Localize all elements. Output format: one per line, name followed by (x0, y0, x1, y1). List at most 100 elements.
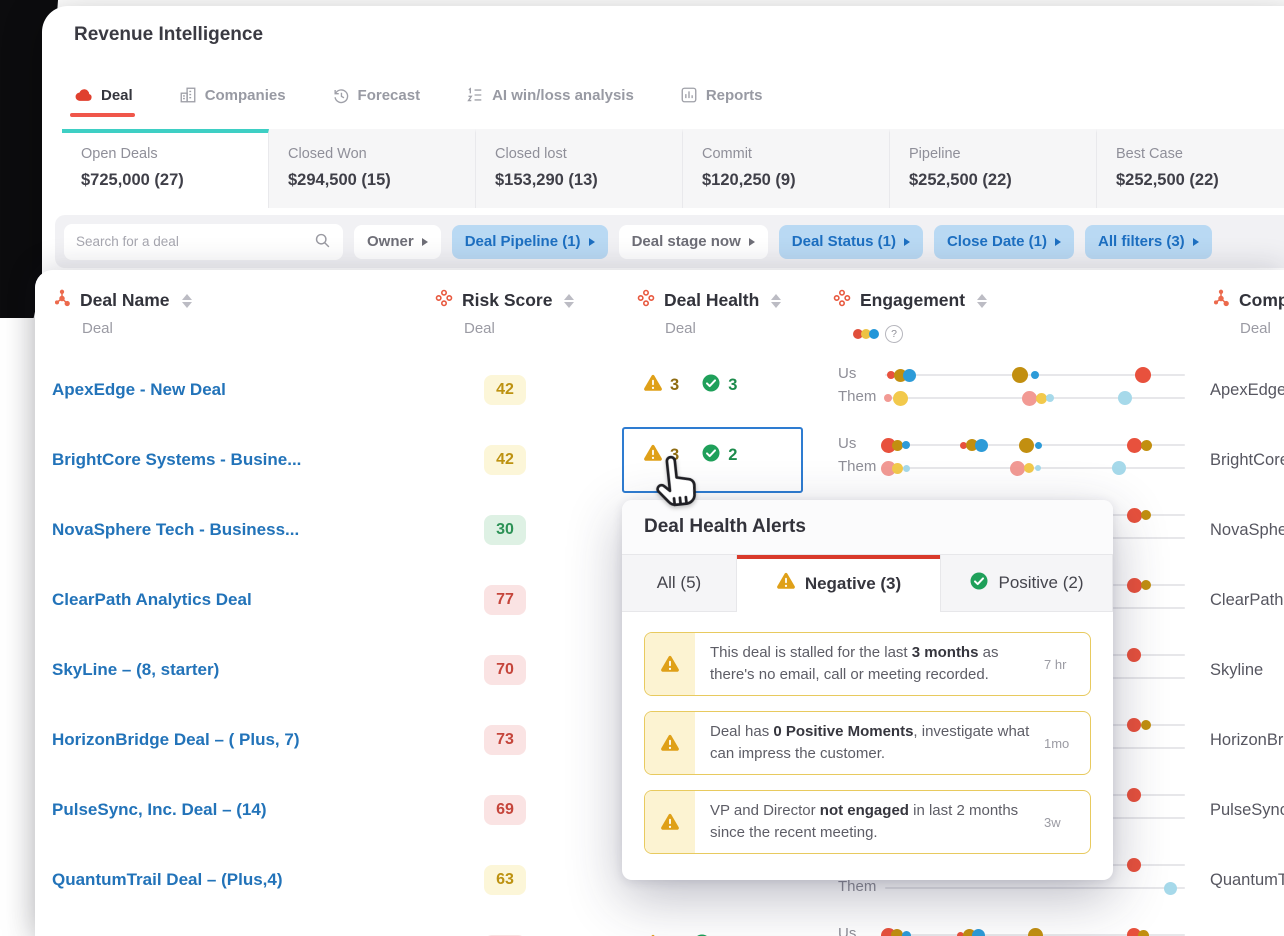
filter-chip-close-date-1-[interactable]: Close Date (1) (933, 224, 1074, 259)
deal-name-link[interactable]: PulseSync, Inc. Deal – (14) (52, 775, 266, 845)
risk-score-badge: 70 (484, 655, 526, 685)
nav-tabs: Deal Companies Forecast AI win/loss analysi… (70, 80, 763, 117)
deal-health-cell[interactable]: 33 (643, 373, 737, 398)
companies-icon (179, 86, 197, 104)
summary-card-closed-won[interactable]: Closed Won $294,500 (15) (269, 129, 476, 208)
deal-name-link[interactable]: HorizonBridge Deal – ( Plus, 7) (52, 705, 300, 775)
table-header: Deal Name Deal Risk Score Deal Deal Heal… (35, 270, 1284, 356)
nav-tab-label: Reports (705, 86, 763, 104)
popup-tab-positive-2-[interactable]: Positive (2) (941, 555, 1113, 612)
engagement-dot-lblue (902, 464, 910, 472)
deals-table: Deal Name Deal Risk Score Deal Deal Heal… (35, 270, 1284, 936)
risk-score-badge: 42 (484, 375, 526, 405)
engagement-dot-gold (1018, 437, 1034, 453)
column-subtitle: Deal (82, 320, 113, 337)
column-header-engagement[interactable]: Engagement ? DWM ‹ 4/17 - 5/22 › (805, 270, 1190, 355)
deal-name-link[interactable]: BrightCore Systems - Busine... (52, 425, 301, 495)
risk-score-badge: 77 (484, 585, 526, 615)
popup-title: Deal Health Alerts (622, 500, 1113, 555)
engagement-dot-gold (891, 439, 903, 451)
engagement-dot-blue (1034, 441, 1042, 449)
summary-card-commit[interactable]: Commit $120,250 (9) (683, 129, 890, 208)
deal-name-link[interactable]: QuantumTrail Deal – (Plus,4) (52, 845, 283, 915)
summary-card-pipeline[interactable]: Pipeline $252,500 (22) (890, 129, 1097, 208)
chip-label: Deal Pipeline (1) (464, 233, 581, 250)
engagement-dot-blue (902, 441, 910, 449)
summary-card-open-deals[interactable]: Open Deals $725,000 (27) (62, 129, 269, 208)
selected-deal-health-cell[interactable] (622, 427, 803, 493)
engagement-dot-red (1126, 507, 1142, 523)
table-row: UsThem (35, 915, 1284, 936)
nav-tab-reports[interactable]: Reports (680, 86, 763, 104)
hubspot-sprocket-icon (1212, 289, 1230, 312)
company-name: ApexEdge (1210, 381, 1284, 399)
filter-chip-deal-status-1-[interactable]: Deal Status (1) (778, 224, 923, 259)
sort-toggle[interactable] (564, 293, 575, 308)
summary-card-best-case[interactable]: Best Case $252,500 (22) (1097, 129, 1284, 208)
alert-age: 1mo (1044, 735, 1070, 751)
filter-chip-all-filters-3-[interactable]: All filters (3) (1085, 224, 1212, 259)
summary-card-closed-lost[interactable]: Closed lost $153,290 (13) (476, 129, 683, 208)
help-icon[interactable]: ? (885, 325, 903, 343)
engagement-dot-blue (902, 368, 916, 382)
deal-name-link[interactable]: NovaSphere Tech - Business... (52, 495, 299, 565)
chevron-right-icon (1192, 237, 1199, 246)
alerts-list: This deal is stalled for the last 3 mont… (622, 612, 1113, 874)
alert-text: This deal is stalled for the last 3 mont… (710, 643, 999, 684)
deal-name-link[interactable]: ClearPath Analytics Deal (52, 565, 252, 635)
engagement-dot-lblue (1118, 391, 1132, 405)
popup-tab-negative-3-[interactable]: Negative (3) (737, 555, 941, 612)
company-name: HorizonBridge (1210, 731, 1284, 749)
alert-age: 7 hr (1044, 656, 1067, 672)
chip-label: Deal stage now (631, 233, 741, 250)
column-header-deal-health[interactable]: Deal Health Deal (620, 270, 805, 355)
nav-tab-label: Companies (204, 86, 286, 104)
filter-chip-deal-stage-now[interactable]: Deal stage now (618, 224, 768, 259)
column-header-company[interactable]: Comp Deal (1190, 270, 1284, 355)
engagement-dot-gold (1141, 580, 1151, 590)
engagement-us-label: Us (838, 365, 857, 382)
engagement-dot-gold (1137, 929, 1149, 936)
filter-chip-deal-pipeline-1-[interactable]: Deal Pipeline (1) (451, 224, 608, 259)
risk-score-badge: 63 (484, 865, 526, 895)
engagement-dot-gold (1027, 927, 1043, 936)
positive-count: 3 (728, 376, 738, 394)
engagement-dot-red (1126, 437, 1142, 453)
filter-chip-owner[interactable]: Owner (354, 224, 441, 259)
risk-score-badge: 73 (484, 725, 526, 755)
engagement-dot-pink (1009, 460, 1025, 476)
sort-toggle[interactable] (181, 293, 192, 308)
popup-tab-all-5-[interactable]: All (5) (622, 555, 737, 612)
forecast-icon (332, 86, 350, 104)
company-name: ClearPath (1210, 591, 1284, 609)
nav-tab-forecast[interactable]: Forecast (332, 86, 420, 104)
column-title: Risk Score (462, 290, 553, 310)
nav-tab-deal[interactable]: Deal (70, 86, 135, 117)
deal-name-link[interactable]: SkyLine – (8, starter) (52, 635, 219, 705)
column-header-deal-name[interactable]: Deal Name Deal (35, 270, 405, 355)
engagement-dot-pink (884, 394, 892, 402)
engagement-them-line (885, 887, 1185, 889)
nav-tab-ai-win-loss-analysis[interactable]: AI win/loss analysis (466, 86, 634, 104)
deal-name-link[interactable]: ApexEdge - New Deal (52, 355, 226, 425)
sort-toggle[interactable] (771, 293, 782, 308)
engagement-dot-blue (1031, 371, 1039, 379)
search-input[interactable]: Search for a deal (64, 223, 343, 260)
company-name: QuantumTrail (1210, 871, 1284, 889)
card-label: Commit (702, 146, 752, 162)
engagement-dot-blue (974, 438, 988, 452)
popup-tab-label: All (5) (656, 573, 702, 592)
chevron-right-icon (421, 237, 428, 246)
engagement-dot-yellow (1035, 392, 1047, 404)
chevron-right-icon (748, 237, 755, 246)
column-header-risk-score[interactable]: Risk Score Deal (405, 270, 620, 355)
risk-score-badge: 69 (484, 795, 526, 825)
card-label: Open Deals (81, 146, 158, 162)
alert-text: VP and Director not engaged in last 2 mo… (710, 801, 1019, 842)
warning-triangle-icon (645, 791, 695, 853)
nav-tab-companies[interactable]: Companies (179, 86, 286, 104)
sort-toggle[interactable] (977, 293, 988, 308)
engagement-dot-red (1127, 718, 1141, 732)
engagement-dot-blue (971, 928, 985, 936)
engagement-dot-yellow (1024, 463, 1034, 473)
